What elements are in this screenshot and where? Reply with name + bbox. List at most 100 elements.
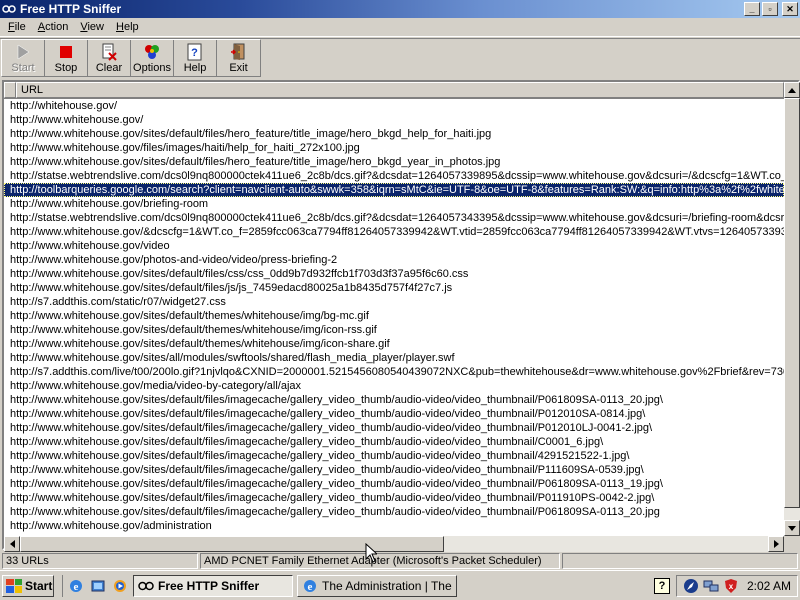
url-row[interactable]: http://www.whitehouse.gov/ bbox=[4, 113, 784, 127]
windows-logo-icon bbox=[6, 578, 22, 593]
url-row[interactable]: http://www.whitehouse.gov/sites/default/… bbox=[4, 155, 784, 169]
exit-button[interactable]: Exit bbox=[217, 40, 260, 76]
url-row[interactable]: http://whitehouse.gov/ bbox=[4, 99, 784, 113]
scroll-right-button[interactable] bbox=[768, 536, 784, 552]
help-button[interactable]: ? Help bbox=[174, 40, 217, 76]
play-triangle-icon bbox=[14, 43, 32, 61]
clear-button[interactable]: Clear bbox=[88, 40, 131, 76]
clear-document-icon bbox=[100, 43, 118, 61]
vertical-scrollbar[interactable] bbox=[784, 82, 800, 536]
url-row[interactable]: http://www.whitehouse.gov/sites/default/… bbox=[4, 127, 784, 141]
internet-explorer-icon[interactable]: e bbox=[67, 577, 85, 595]
horizontal-scroll-thumb[interactable] bbox=[20, 536, 444, 552]
url-row[interactable]: http://www.whitehouse.gov/sites/default/… bbox=[4, 505, 784, 519]
url-row[interactable]: http://toolbarqueries.google.com/search?… bbox=[4, 183, 784, 197]
task-the-administration[interactable]: e The Administration | The ... bbox=[297, 574, 457, 597]
menu-view[interactable]: View bbox=[74, 21, 110, 33]
url-row[interactable]: http://www.whitehouse.gov/sites/default/… bbox=[4, 477, 784, 491]
menu-bar: File Action View Help bbox=[0, 18, 800, 37]
stop-label: Stop bbox=[54, 61, 78, 74]
url-row[interactable]: http://www.whitehouse.gov/sites/default/… bbox=[4, 267, 784, 281]
options-label: Options bbox=[133, 61, 171, 74]
start-menu-button[interactable]: Start bbox=[2, 574, 54, 597]
start-button[interactable]: Start bbox=[2, 40, 45, 76]
url-row[interactable]: http://www.whitehouse.gov/briefing-room bbox=[4, 197, 784, 211]
toolbar: Start Stop Clear Options ? Help Exit bbox=[0, 38, 800, 78]
url-row[interactable]: http://www.whitehouse.gov/sites/default/… bbox=[4, 393, 784, 407]
taskbar: Start e Free HTTP Sniffer e The Administ… bbox=[0, 570, 800, 600]
url-row[interactable]: http://www.whitehouse.gov/media/video-by… bbox=[4, 379, 784, 393]
menu-help-label: elp bbox=[123, 21, 139, 33]
url-row[interactable]: http://www.whitehouse.gov/&dcscfg=1&WT.c… bbox=[4, 225, 784, 239]
url-list[interactable]: URL http://whitehouse.gov/http://www.whi… bbox=[2, 80, 800, 552]
status-pane-empty bbox=[562, 553, 798, 569]
task-label-administration: The Administration | The ... bbox=[322, 578, 457, 593]
system-tray: x 2:02 AM bbox=[675, 574, 798, 597]
url-row[interactable]: http://www.whitehouse.gov/photos-and-vid… bbox=[4, 253, 784, 267]
help-tray-icon[interactable]: ? bbox=[653, 577, 670, 594]
url-row[interactable]: http://statse.webtrendslive.com/dcs0l9nq… bbox=[4, 169, 784, 183]
clear-label: Clear bbox=[95, 61, 123, 74]
horizontal-scrollbar[interactable] bbox=[4, 536, 784, 552]
url-row[interactable]: http://www.whitehouse.gov/sites/default/… bbox=[4, 449, 784, 463]
scroll-up-button[interactable] bbox=[784, 82, 800, 98]
exit-door-icon bbox=[230, 43, 248, 61]
url-row[interactable]: http://www.whitehouse.gov/sites/default/… bbox=[4, 491, 784, 505]
window-title: Free HTTP Sniffer bbox=[20, 2, 122, 16]
url-row[interactable]: http://www.whitehouse.gov/sites/default/… bbox=[4, 323, 784, 337]
url-row[interactable]: http://www.whitehouse.gov/sites/default/… bbox=[4, 309, 784, 323]
column-header-blank[interactable] bbox=[4, 82, 16, 98]
compass-tray-icon[interactable] bbox=[683, 578, 699, 594]
scrollbar-corner bbox=[784, 536, 800, 552]
minimize-button[interactable]: _ bbox=[744, 2, 760, 16]
close-button[interactable]: ✕ bbox=[782, 2, 798, 16]
url-row[interactable]: http://www.whitehouse.gov/sites/default/… bbox=[4, 407, 784, 421]
menu-action-label: ction bbox=[45, 21, 69, 33]
menu-action-accel: A bbox=[37, 21, 46, 33]
show-desktop-icon[interactable] bbox=[89, 577, 107, 595]
title-bar[interactable]: Free HTTP Sniffer _ ▫ ✕ bbox=[0, 0, 800, 18]
security-shield-tray-icon[interactable]: x bbox=[723, 578, 739, 594]
url-row[interactable]: http://www.whitehouse.gov/sites/default/… bbox=[4, 337, 784, 351]
browser-task-icon: e bbox=[302, 578, 318, 594]
column-header-url[interactable]: URL bbox=[16, 82, 784, 98]
menu-help-accel: H bbox=[116, 21, 124, 33]
network-tray-icon[interactable] bbox=[703, 578, 719, 594]
task-label-sniffer: Free HTTP Sniffer bbox=[158, 578, 260, 593]
menu-help[interactable]: Help bbox=[110, 21, 145, 33]
mouse-cursor-icon bbox=[365, 542, 379, 566]
url-row[interactable]: http://www.whitehouse.gov/administration bbox=[4, 519, 784, 533]
menu-view-label: iew bbox=[87, 21, 104, 33]
scroll-left-button[interactable] bbox=[4, 536, 20, 552]
url-row[interactable]: http://www.whitehouse.gov/sites/default/… bbox=[4, 421, 784, 435]
url-row[interactable]: http://www.whitehouse.gov/sites/default/… bbox=[4, 281, 784, 295]
task-free-http-sniffer[interactable]: Free HTTP Sniffer bbox=[133, 574, 293, 597]
clock: 2:02 AM bbox=[746, 578, 791, 593]
url-row[interactable]: http://statse.webtrendslive.com/dcs0l9nq… bbox=[4, 211, 784, 225]
app-window: Free HTTP Sniffer _ ▫ ✕ File Action View… bbox=[0, 0, 800, 570]
url-count: 33 URLs bbox=[2, 553, 198, 569]
url-row[interactable]: http://www.whitehouse.gov/sites/all/modu… bbox=[4, 351, 784, 365]
menu-action[interactable]: Action bbox=[32, 21, 75, 33]
arrow-right-icon bbox=[773, 540, 779, 548]
arrow-left-icon bbox=[9, 540, 15, 548]
svg-text:e: e bbox=[74, 581, 79, 593]
options-gear-icon bbox=[143, 43, 161, 61]
vertical-scroll-thumb[interactable] bbox=[784, 98, 800, 508]
maximize-button[interactable]: ▫ bbox=[762, 2, 778, 16]
help-question-icon: ? bbox=[186, 43, 204, 61]
url-row[interactable]: http://www.whitehouse.gov/files/images/h… bbox=[4, 141, 784, 155]
url-row[interactable]: http://s7.addthis.com/static/r07/widget2… bbox=[4, 295, 784, 309]
stop-button[interactable]: Stop bbox=[45, 40, 88, 76]
menu-file[interactable]: File bbox=[2, 21, 32, 33]
media-player-icon[interactable] bbox=[111, 577, 129, 595]
url-row[interactable]: http://www.whitehouse.gov/sites/default/… bbox=[4, 463, 784, 477]
stop-square-icon bbox=[57, 43, 75, 61]
options-button[interactable]: Options bbox=[131, 40, 174, 76]
help-label: Help bbox=[183, 61, 207, 74]
arrow-down-icon bbox=[788, 525, 796, 531]
url-row[interactable]: http://www.whitehouse.gov/sites/default/… bbox=[4, 435, 784, 449]
url-row[interactable]: http://s7.addthis.com/live/t00/200lo.gif… bbox=[4, 365, 784, 379]
url-row[interactable]: http://www.whitehouse.gov/video bbox=[4, 239, 784, 253]
scroll-down-button[interactable] bbox=[784, 520, 800, 536]
